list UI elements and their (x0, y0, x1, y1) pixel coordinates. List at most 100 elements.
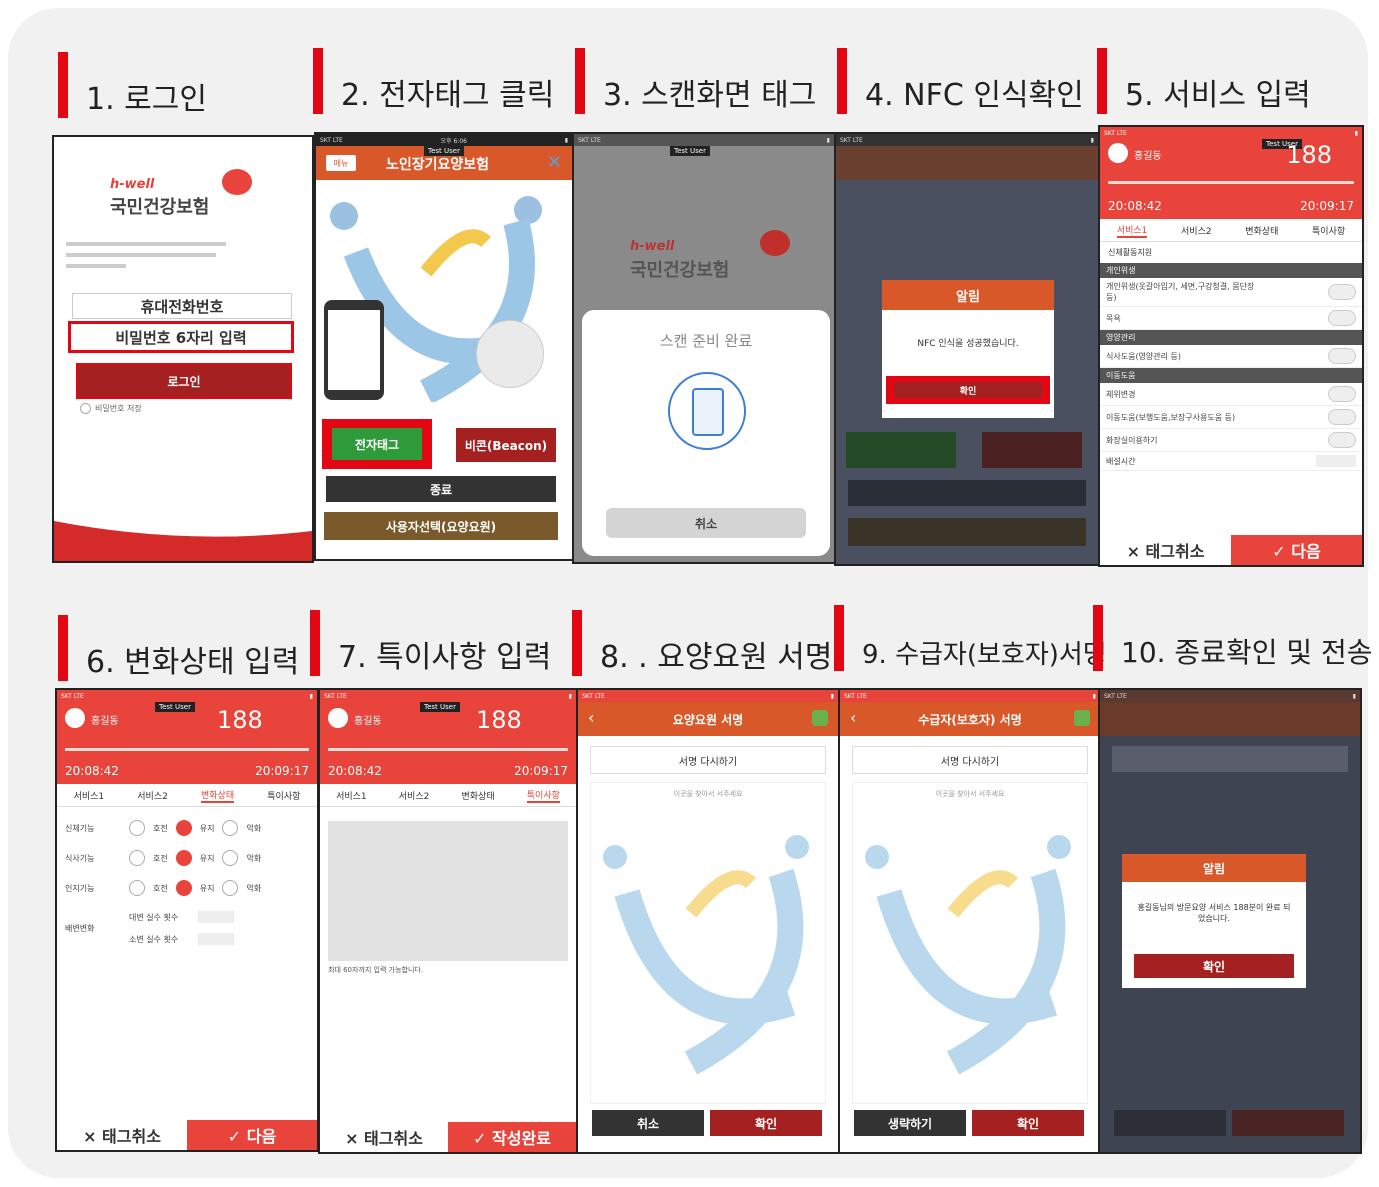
radio-icon[interactable] (175, 850, 192, 866)
tab-service2[interactable]: 서비스2 (1181, 224, 1212, 237)
tab-service2[interactable]: 서비스2 (399, 789, 430, 802)
cancel-tag-button[interactable]: × 태그취소 (57, 1120, 187, 1150)
login-button[interactable]: 로그인 (76, 363, 292, 399)
menu-button[interactable]: 메뉴 (326, 155, 356, 171)
service-toggle[interactable] (1328, 348, 1356, 364)
step-title-2: 2. 전자태그 클릭 (313, 48, 554, 114)
tab-service1[interactable]: 서비스1 (74, 789, 105, 802)
avatar (1108, 143, 1128, 163)
tab-change[interactable]: 변화상태 (201, 788, 235, 803)
group-header: 영양관리 (1100, 330, 1362, 345)
change-tabs: 서비스1 서비스2 변화상태 특이사항 (57, 784, 317, 807)
cancel-tag-button[interactable]: × 태그취소 (320, 1122, 448, 1152)
tab-change[interactable]: 변화상태 (462, 789, 495, 802)
radio-icon[interactable] (175, 820, 192, 836)
service-minutes: 188 (476, 706, 522, 734)
cancel-tag-button[interactable]: × 태그취소 (1100, 535, 1231, 565)
test-user-badge: Test User (420, 702, 460, 712)
alert-confirm-button[interactable]: 확인 (894, 382, 1042, 398)
urine-count-input[interactable] (198, 933, 235, 945)
note-screen: SKT LTE ▮ 홍길동 Test User 188 20:08:42 20:0… (318, 688, 578, 1154)
service-input-screen: SKT LTE ▮ 홍길동 Test User 188 20:08:42 20:0… (1098, 125, 1364, 567)
scan-ready-text: 스캔 준비 완료 (659, 332, 753, 350)
red-wave-decoration (54, 521, 312, 561)
change-status-screen: SKT LTE ▮ 홍길동 Test User 188 20:08:42 20:0… (55, 688, 319, 1152)
tab-note[interactable]: 특이사항 (267, 789, 300, 802)
beacon-button[interactable]: 비콘(Beacon) (456, 428, 556, 462)
service-toggle[interactable] (1328, 432, 1356, 448)
service-toggle[interactable] (1328, 386, 1356, 402)
scan-cancel-button[interactable]: 취소 (606, 508, 806, 538)
step-title-8: 8. . 요양요원 서명 (572, 610, 832, 676)
skip-sign-button[interactable]: 생략하기 (854, 1110, 966, 1136)
logo-icon: ✕ (546, 152, 562, 173)
sign-confirm-button[interactable]: 확인 (710, 1110, 822, 1136)
sign-hint: 이곳을 찾아서 서주세요 (673, 790, 743, 798)
group-header: 개인위생 (1100, 263, 1362, 278)
alert-message: NFC 인식을 성공했습니다. (917, 339, 1019, 349)
sign-cancel-button[interactable]: 취소 (592, 1110, 704, 1136)
service-minutes: 188 (217, 706, 263, 734)
sign-title: 수급자(보호자) 서명 (918, 713, 1022, 727)
radio-icon[interactable] (129, 850, 145, 866)
user-name: 홍길동 (354, 716, 382, 727)
tab-note[interactable]: 특이사항 (526, 788, 560, 803)
time-select[interactable] (1316, 455, 1356, 467)
radio-icon[interactable] (222, 820, 239, 836)
tab-service1[interactable]: 서비스1 (1116, 223, 1148, 238)
change-form: 신체기능 호전 유지 악화 식사기능 호전 유지 악화 인지기능 호전 유지 악… (57, 807, 317, 959)
stool-count-input[interactable] (198, 911, 235, 923)
nfc-tag-button[interactable]: 전자태그 (332, 428, 422, 460)
group-header: 이동도움 (1100, 368, 1362, 383)
step-title-10: 10. 종료확인 및 전송 (1093, 605, 1373, 671)
sign-confirm-button[interactable]: 확인 (972, 1110, 1084, 1136)
finish-confirm-button[interactable]: 확인 (1134, 954, 1294, 978)
nfc-tag-button-highlight[interactable]: 전자태그 (322, 419, 432, 469)
brand-heart-icon (222, 169, 252, 195)
step-title-4: 4. NFC 인식확인 (837, 48, 1084, 114)
password-field[interactable]: 비밀번호 6자리 입력 (68, 321, 294, 353)
brand-heart-icon (760, 230, 790, 256)
brand-ko: 국민건강보험 (110, 197, 210, 218)
tab-change[interactable]: 변화상태 (1245, 224, 1278, 237)
select-user-button[interactable]: 사용자선택(요양요원) (324, 512, 558, 540)
worker-sign-screen: SKT LTE ▮ ‹ 요양요원 서명 서명 다시하기 이곳을 찾아서 서주세요 … (576, 688, 840, 1154)
exit-button[interactable]: 종료 (326, 476, 556, 502)
note-hint: 최대 60자까지 입력 가능합니다. (328, 966, 424, 974)
signature-pad[interactable]: 이곳을 찾아서 서주세요 (852, 782, 1088, 1104)
service-item: 목욕 (1100, 307, 1362, 330)
service-toggle[interactable] (1328, 409, 1356, 425)
radio-icon[interactable] (129, 880, 145, 896)
recipient-sign-screen: SKT LTE ▮ ‹ 수급자(보호자) 서명 서명 다시하기 이곳을 찾아서 서… (838, 688, 1102, 1154)
tab-service1[interactable]: 서비스1 (336, 789, 367, 802)
scan-sheet: 스캔 준비 완료 취소 (582, 310, 830, 556)
radio-icon[interactable] (129, 820, 145, 836)
note-textarea[interactable] (328, 821, 568, 961)
tab-note[interactable]: 특이사항 (1312, 224, 1345, 237)
save-password-checkbox[interactable]: 비밀번호 저장 (80, 403, 142, 414)
radio-icon[interactable] (175, 880, 192, 896)
step-title-6: 6. 변화상태 입력 (58, 615, 299, 681)
scan-brand-ko: 국민건강보험 (630, 260, 730, 281)
nfc-alert-dialog: 알림 NFC 인식을 성공했습니다. 확인 (882, 280, 1054, 418)
radio-icon[interactable] (222, 850, 239, 866)
scan-screen: SKT LTE ▮ Test User h-well 국민건강보험 스캔 준비 완… (572, 132, 836, 564)
alert-confirm-highlight[interactable]: 확인 (886, 376, 1050, 404)
avatar (65, 708, 85, 728)
redo-sign-button[interactable]: 서명 다시하기 (590, 746, 826, 774)
redo-sign-button[interactable]: 서명 다시하기 (852, 746, 1088, 774)
service-toggle[interactable] (1328, 310, 1356, 326)
start-time: 20:08:42 (328, 764, 382, 778)
phone-number-field[interactable]: 휴대전화번호 (72, 293, 292, 319)
next-button[interactable]: ✓ 다음 (187, 1120, 317, 1150)
radio-icon[interactable] (222, 880, 239, 896)
alert-message: 홍길동님의 방문요양 서비스 188분이 완료 되었습니다. (1137, 903, 1291, 923)
section-title: 신체활동지원 (1108, 248, 1153, 257)
service-item: 배설시간 (1100, 452, 1362, 471)
home-title: 노인장기요양보험 (386, 157, 490, 173)
service-toggle[interactable] (1328, 284, 1356, 300)
signature-pad[interactable]: 이곳을 찾아서 서주세요 (590, 782, 826, 1104)
complete-button[interactable]: ✓ 작성완료 (448, 1122, 576, 1152)
tab-service2[interactable]: 서비스2 (137, 789, 168, 802)
next-button[interactable]: ✓ 다음 (1231, 535, 1362, 565)
